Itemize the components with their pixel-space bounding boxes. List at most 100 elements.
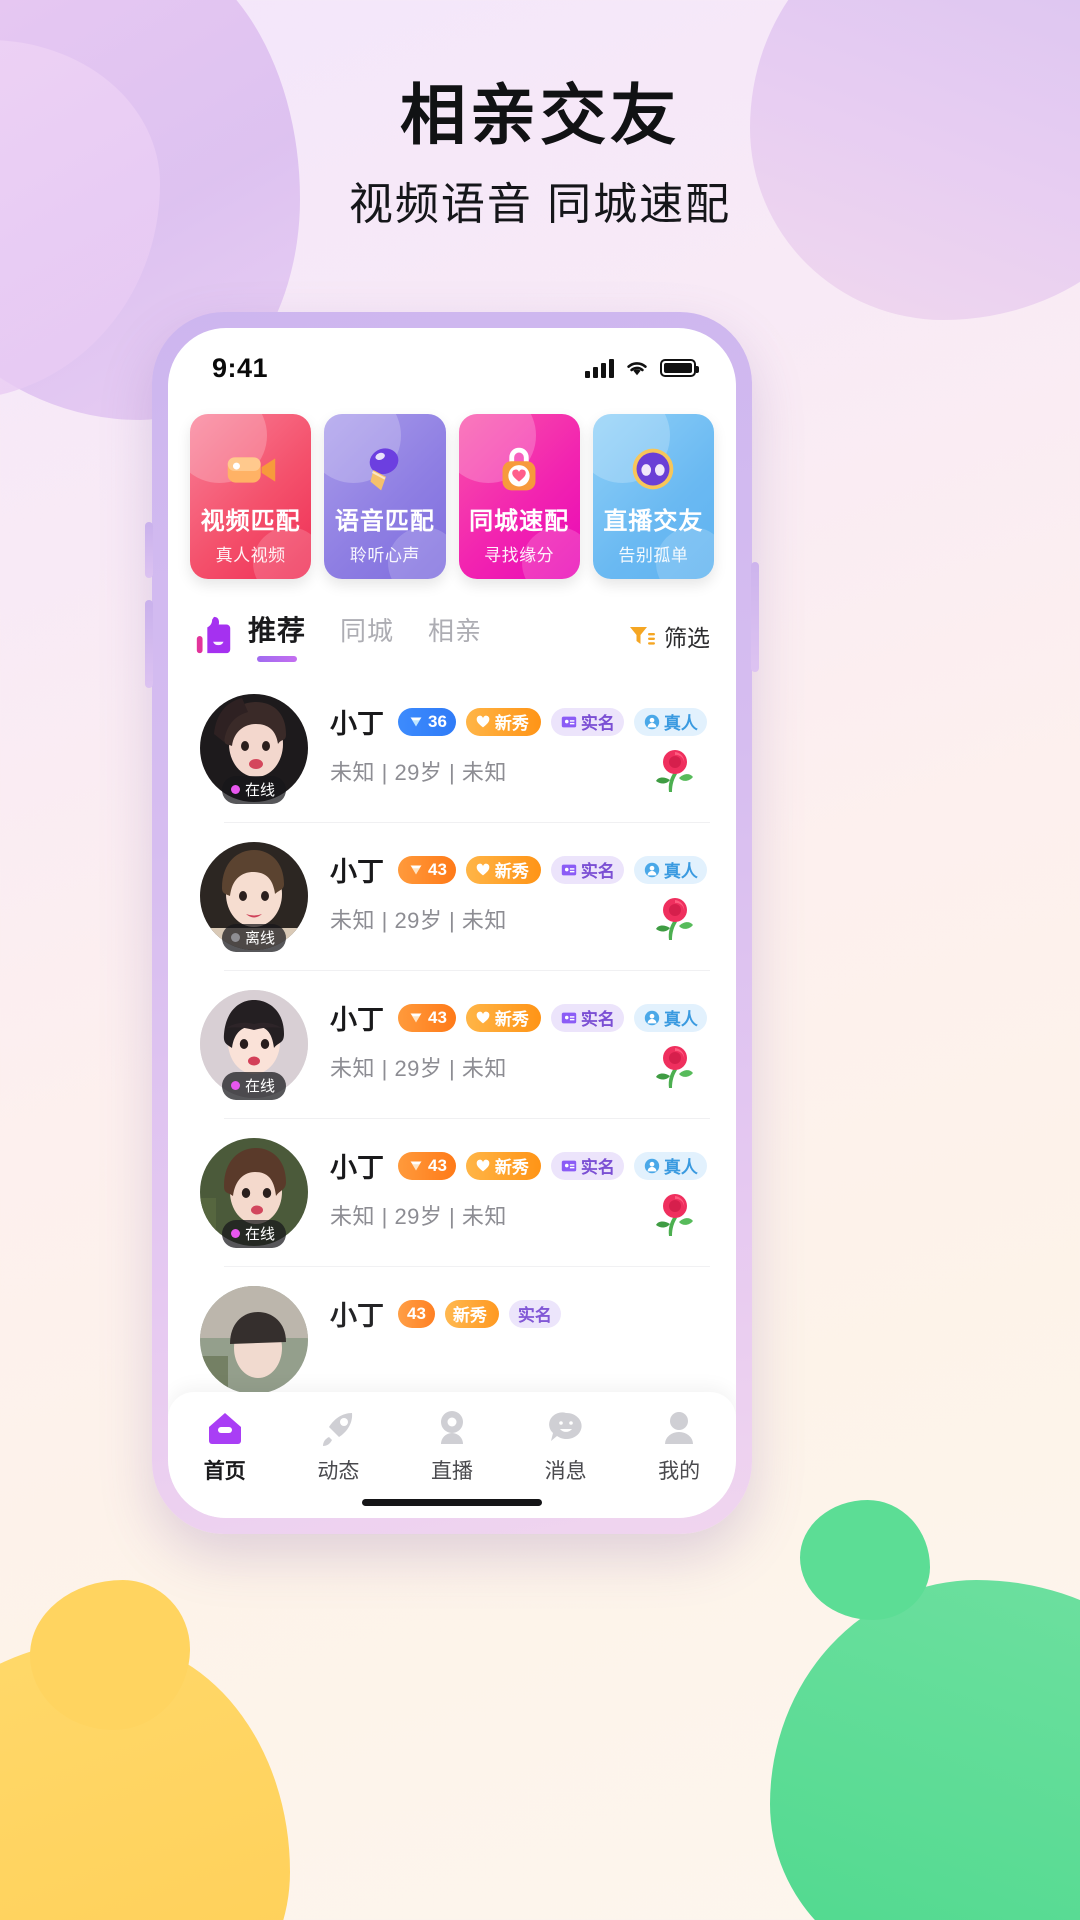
user-name-line: 小丁 43 新秀 实名 bbox=[330, 1294, 710, 1333]
realperson-label: 真人 bbox=[663, 862, 698, 881]
decorative-blob-bottom-right-2 bbox=[800, 1500, 930, 1620]
card-subtitle: 寻找缘分 bbox=[484, 546, 555, 565]
realname-label: 实名 bbox=[580, 714, 615, 733]
diamond-icon bbox=[410, 1161, 422, 1170]
newcomer-label: 新秀 bbox=[494, 714, 529, 733]
tab-recommend[interactable]: 推荐 bbox=[248, 609, 306, 662]
feature-card-video-match[interactable]: 视频匹配 真人视频 bbox=[190, 414, 312, 579]
level-badge: 43 bbox=[398, 855, 456, 884]
heart-gem-icon bbox=[476, 1159, 490, 1171]
card-title: 直播交友 bbox=[603, 508, 704, 535]
rose-icon[interactable] bbox=[652, 896, 696, 942]
feature-card-live-friends[interactable]: 直播交友 告别孤单 bbox=[592, 414, 714, 579]
phone-screen: 9:41 视频匹配 真人视频 语音匹配 聆听心声 同城速配 寻找缘分 直播交友 … bbox=[168, 328, 736, 1518]
tab-nearby[interactable]: 同城 bbox=[340, 611, 394, 661]
user-list: 在线 小丁 36 新秀 实名 真人 未知 | 29岁 | 未知 离线 小丁 43… bbox=[168, 662, 736, 1414]
tab-matchmaking[interactable]: 相亲 bbox=[428, 611, 482, 661]
home-icon bbox=[208, 1413, 241, 1444]
rose-icon[interactable] bbox=[652, 1192, 696, 1238]
rose-icon[interactable] bbox=[652, 748, 696, 794]
decorative-blob-bottom-right bbox=[770, 1580, 1080, 1920]
rocket-icon bbox=[323, 1413, 353, 1446]
status-badge: 在线 bbox=[221, 1072, 287, 1100]
nav-label: 动态 bbox=[317, 1460, 360, 1483]
diamond-icon bbox=[410, 865, 422, 874]
status-label: 离线 bbox=[244, 930, 276, 947]
status-dot-icon bbox=[230, 1229, 240, 1238]
user-name: 小丁 bbox=[330, 709, 384, 739]
user-list-item[interactable]: 离线 小丁 43 新秀 实名 真人 未知 | 29岁 | 未知 bbox=[168, 822, 736, 970]
tab-list: 推荐 同城 相亲 bbox=[248, 609, 482, 662]
heart-gem-icon bbox=[476, 715, 490, 727]
nav-item-moments[interactable]: 动态 bbox=[282, 1408, 396, 1485]
nav-item-messages[interactable]: 消息 bbox=[509, 1408, 623, 1485]
avatar[interactable]: 在线 bbox=[200, 1138, 308, 1248]
person-verified-icon bbox=[644, 714, 660, 729]
filter-label: 筛选 bbox=[664, 624, 710, 651]
nav-item-live[interactable]: 直播 bbox=[395, 1408, 509, 1485]
id-card-icon bbox=[561, 1160, 577, 1171]
feature-card-local-match[interactable]: 同城速配 寻找缘分 bbox=[458, 414, 580, 579]
newcomer-badge: 新秀 bbox=[444, 1299, 499, 1328]
filter-button[interactable]: 筛选 bbox=[628, 619, 710, 653]
feature-card-voice-match[interactable]: 语音匹配 聆听心声 bbox=[324, 414, 446, 579]
status-dot-icon bbox=[230, 1081, 240, 1090]
realname-badge: 实名 bbox=[550, 1151, 624, 1180]
page-subtitle: 视频语音 同城速配 bbox=[348, 179, 732, 229]
feature-card-row: 视频匹配 真人视频 语音匹配 聆听心声 同城速配 寻找缘分 直播交友 告别孤单 bbox=[168, 398, 736, 579]
user-list-item[interactable]: 在线 小丁 36 新秀 实名 真人 未知 | 29岁 | 未知 bbox=[168, 674, 736, 822]
level-badge: 43 bbox=[398, 1299, 435, 1328]
avatar[interactable] bbox=[200, 1286, 308, 1394]
microphone-icon bbox=[369, 448, 399, 491]
heart-gem-icon bbox=[476, 1011, 490, 1023]
realname-badge: 实名 bbox=[550, 855, 624, 884]
id-card-icon bbox=[561, 716, 577, 727]
card-title: 视频匹配 bbox=[200, 508, 301, 535]
user-name-line: 小丁 36 新秀 实名 真人 bbox=[330, 702, 710, 741]
status-time: 9:41 bbox=[212, 352, 269, 383]
avatar[interactable]: 离线 bbox=[200, 842, 308, 952]
level-badge: 43 bbox=[398, 1151, 456, 1180]
user-list-item[interactable]: 在线 小丁 43 新秀 实名 真人 未知 | 29岁 | 未知 bbox=[168, 1118, 736, 1266]
phone-side-button bbox=[751, 562, 759, 672]
realname-badge: 实名 bbox=[508, 1299, 561, 1328]
heart-gem-icon bbox=[476, 863, 490, 875]
user-name-line: 小丁 43 新秀 实名 真人 bbox=[330, 1146, 710, 1185]
newcomer-label: 新秀 bbox=[452, 1306, 487, 1325]
funnel-filter-icon bbox=[630, 626, 655, 645]
decorative-blob-bottom-left-2 bbox=[30, 1580, 190, 1730]
live-face-icon bbox=[633, 448, 674, 490]
realperson-label: 真人 bbox=[663, 714, 698, 733]
level-value: 43 bbox=[407, 1303, 426, 1323]
camera-live-icon bbox=[440, 1411, 463, 1444]
status-label: 在线 bbox=[244, 782, 276, 799]
realname-label: 实名 bbox=[517, 1306, 552, 1325]
battery-icon bbox=[660, 359, 699, 377]
newcomer-label: 新秀 bbox=[494, 1010, 529, 1029]
level-value: 36 bbox=[428, 711, 447, 731]
avatar[interactable]: 在线 bbox=[200, 694, 308, 804]
diamond-icon bbox=[410, 717, 422, 726]
user-name: 小丁 bbox=[330, 857, 384, 887]
person-verified-icon bbox=[644, 862, 660, 877]
status-badge: 在线 bbox=[221, 1220, 287, 1248]
person-verified-icon bbox=[644, 1010, 660, 1025]
realname-label: 实名 bbox=[580, 862, 615, 881]
rose-icon[interactable] bbox=[652, 1044, 696, 1090]
page-title: 相亲交友 bbox=[400, 78, 680, 152]
level-badge: 43 bbox=[398, 1003, 456, 1032]
person-verified-icon bbox=[644, 1158, 660, 1173]
status-label: 在线 bbox=[244, 1226, 276, 1243]
realname-badge: 实名 bbox=[550, 1003, 624, 1032]
heart-bag-icon bbox=[502, 447, 536, 491]
user-name: 小丁 bbox=[330, 1153, 384, 1183]
avatar[interactable]: 在线 bbox=[200, 990, 308, 1100]
nav-item-profile[interactable]: 我的 bbox=[622, 1408, 736, 1485]
user-name: 小丁 bbox=[330, 1301, 384, 1331]
newcomer-badge: 新秀 bbox=[465, 1151, 541, 1180]
user-list-item[interactable]: 在线 小丁 43 新秀 实名 真人 未知 | 29岁 | 未知 bbox=[168, 970, 736, 1118]
realname-badge: 实名 bbox=[550, 707, 624, 736]
status-dot-icon bbox=[230, 785, 240, 794]
nav-item-home[interactable]: 首页 bbox=[168, 1408, 282, 1485]
nav-label: 消息 bbox=[544, 1460, 587, 1483]
